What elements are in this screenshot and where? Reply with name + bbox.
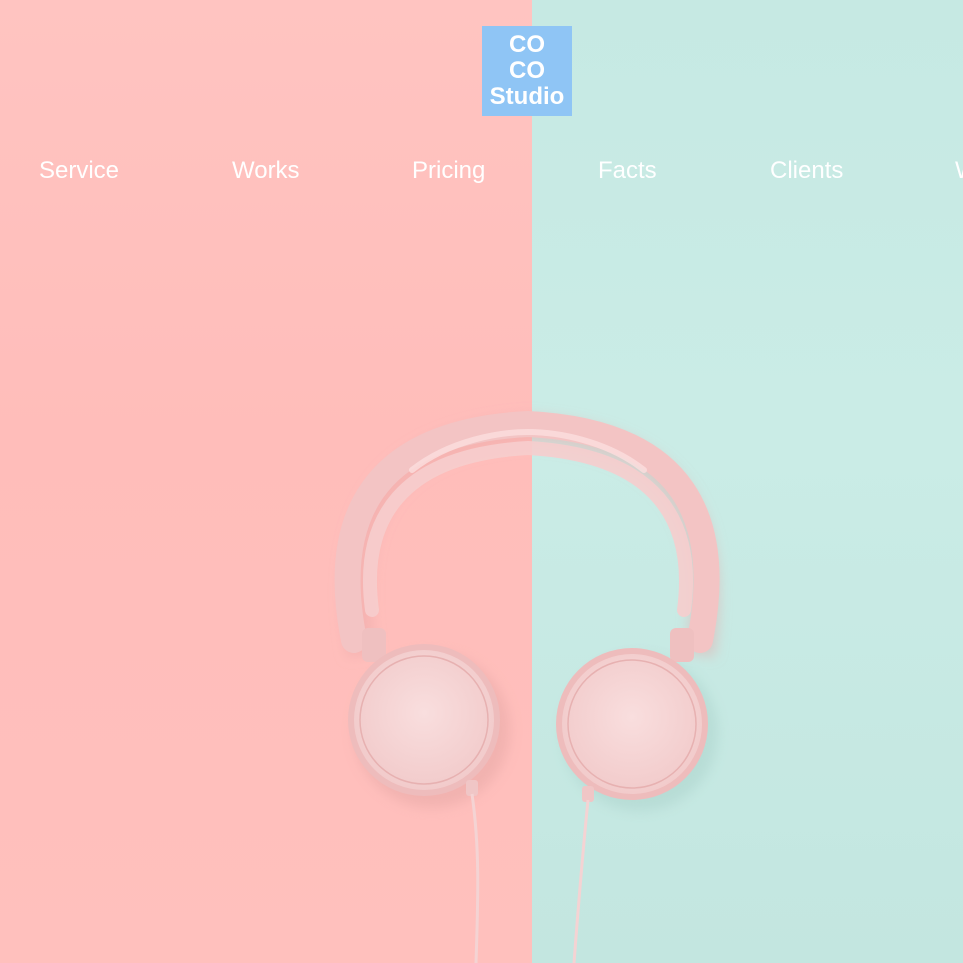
hero-background (0, 0, 963, 963)
nav-item-pricing[interactable]: Pricing (412, 156, 485, 186)
nav-item-clients[interactable]: Clients (770, 156, 843, 186)
headphones-image (334, 410, 720, 963)
nav-item-facts[interactable]: Facts (598, 156, 657, 186)
nav-item-partial[interactable]: W (955, 156, 963, 186)
nav-item-service[interactable]: Service (39, 156, 119, 186)
nav-item-works[interactable]: Works (232, 156, 300, 186)
logo[interactable]: CO CO Studio (482, 26, 572, 116)
page: CO CO Studio Service Works Pricing Facts… (0, 0, 963, 963)
logo-text: CO CO Studio (489, 31, 565, 110)
main-nav: Service Works Pricing Facts Clients W (0, 152, 963, 192)
